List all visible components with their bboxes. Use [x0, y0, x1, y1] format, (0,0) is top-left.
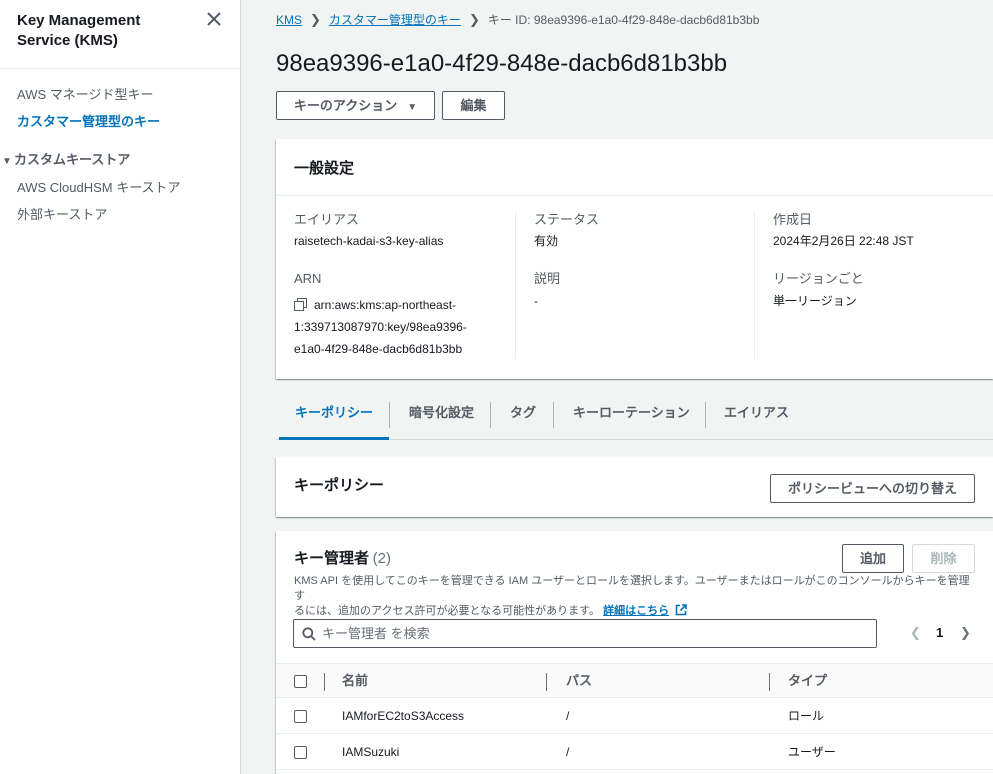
remove-button[interactable]: 削除: [912, 544, 975, 573]
tab-aliases[interactable]: エイリアス: [724, 404, 789, 422]
column-divider: [769, 673, 770, 691]
caret-down-icon: ▼: [2, 156, 12, 167]
breadcrumb-kms[interactable]: KMS: [276, 13, 302, 27]
edit-button[interactable]: 編集: [442, 91, 505, 120]
breadcrumb-current: キー ID: 98ea9396-e1a0-4f29-848e-dacb6d81b…: [487, 13, 760, 27]
previous-page-icon[interactable]: ❮: [910, 624, 921, 642]
select-all-checkbox[interactable]: [294, 675, 307, 688]
column-name[interactable]: 名前: [342, 672, 368, 690]
search-input[interactable]: [322, 624, 862, 643]
switch-to-policy-view-button[interactable]: ポリシービューへの切り替え: [770, 474, 975, 503]
page-number[interactable]: 1: [936, 624, 943, 642]
row-type: ユーザー: [788, 745, 836, 759]
chevron-right-icon: ❯: [468, 12, 480, 27]
row-name: IAMSuzuki: [342, 745, 400, 759]
key-administrators-heading: キー管理者: [294, 550, 370, 567]
arn-line-3: e1a0-4f29-848e-dacb6d81b3bb: [294, 342, 463, 356]
arn-value: arn:aws:kms:ap-northeast- 1:339713087970…: [294, 294, 514, 360]
creation-date-value: 2024年2月26日 22:48 JST: [773, 234, 914, 248]
tab-divider: [490, 402, 491, 428]
learn-more-label: 詳細はこちら: [603, 605, 670, 617]
sidebar-item-external-key-stores[interactable]: 外部キーストア: [17, 206, 107, 224]
arn-line-2: 1:339713087970:key/98ea9396-: [294, 320, 467, 334]
tab-key-rotation[interactable]: キーローテーション: [573, 404, 690, 422]
alias-value: raisetech-kadai-s3-key-alias: [294, 234, 444, 248]
row-path: /: [566, 745, 570, 759]
arn-label: ARN: [294, 271, 322, 286]
tab-key-policy[interactable]: キーポリシー: [295, 404, 373, 422]
page-title: 98ea9396-e1a0-4f29-848e-dacb6d81b3bb: [276, 50, 728, 77]
row-type: ロール: [788, 709, 825, 723]
table-header: 名前 パス タイプ: [276, 663, 993, 698]
alias-label: エイリアス: [294, 212, 360, 227]
description-text-2: るには、追加のアクセス許可が必要となる可能性があります。: [294, 605, 601, 617]
row-name: IAMforEC2toS3Access: [342, 709, 465, 723]
key-actions-button[interactable]: キーのアクション ▼: [276, 91, 435, 120]
breadcrumb: KMS ❯ カスタマー管理型のキー ❯ キー ID: 98ea9396-e1a0-4f2…: [276, 11, 759, 29]
general-configuration-heading: 一般設定: [294, 160, 355, 177]
tab-divider: [389, 402, 390, 428]
sidebar-item-aws-managed-keys[interactable]: AWS マネージド型キー: [17, 86, 153, 104]
sidebar-section-label: カスタムキーストア: [14, 152, 131, 167]
column-divider: [515, 211, 516, 359]
status-label: ステータス: [534, 212, 600, 227]
chevron-right-icon: ❯: [310, 12, 321, 27]
row-checkbox[interactable]: [294, 746, 307, 759]
row-path: /: [566, 709, 570, 723]
regionality-value: 単一リージョン: [773, 294, 857, 308]
description-text-1: KMS API を使用してこのキーを管理できる IAM ユーザーとロールを選択し…: [294, 575, 970, 602]
active-tab-indicator: [279, 437, 389, 440]
caret-down-icon: ▼: [407, 102, 418, 113]
column-divider: [324, 673, 325, 691]
tab-cryptographic-configuration[interactable]: 暗号化設定: [409, 404, 474, 422]
description-label: 説明: [534, 271, 561, 286]
column-divider: [754, 211, 755, 359]
breadcrumb-customer-managed-keys[interactable]: カスタマー管理型のキー: [329, 13, 461, 27]
table-row[interactable]: IAMforEC2toS3Access / ロール: [276, 698, 993, 734]
key-policy-panel: キーポリシー ポリシービューへの切り替え: [276, 457, 993, 517]
general-configuration-panel: 一般設定 エイリアス raisetech-kadai-s3-key-alias …: [276, 139, 993, 379]
add-button[interactable]: 追加: [842, 544, 904, 573]
tab-divider: [553, 402, 554, 428]
panel-header: 一般設定: [276, 139, 993, 196]
tab-divider: [705, 402, 706, 428]
search-icon: [302, 627, 316, 641]
key-administrators-title: キー管理者 (2): [294, 547, 391, 568]
tab-tags[interactable]: タグ: [510, 404, 536, 422]
status-value: 有効: [534, 234, 559, 248]
column-divider: [546, 673, 547, 691]
key-administrators-description: KMS API を使用してこのキーを管理できる IAM ユーザーとロールを選択し…: [294, 574, 974, 621]
key-administrators-count: (2): [372, 550, 391, 567]
sidebar-section-custom-key-stores[interactable]: ▼ カスタムキーストア: [0, 151, 130, 171]
close-icon-glyph: [207, 12, 221, 26]
key-actions-label: キーのアクション: [293, 98, 398, 113]
learn-more-link[interactable]: 詳細はこちら: [603, 605, 669, 617]
sidebar-item-cloudhsm-key-stores[interactable]: AWS CloudHSM キーストア: [17, 179, 181, 197]
close-icon[interactable]: [205, 11, 223, 29]
column-path[interactable]: パス: [566, 672, 592, 690]
creation-date-label: 作成日: [773, 212, 813, 227]
sidebar-item-customer-managed-keys[interactable]: カスタマー管理型のキー: [17, 113, 160, 131]
service-title[interactable]: Key Management Service (KMS): [17, 11, 187, 51]
regionality-label: リージョンごと: [773, 271, 864, 286]
description-value: -: [534, 294, 538, 308]
key-detail-tabs: キーポリシー 暗号化設定 タグ キーローテーション エイリアス: [276, 390, 993, 440]
column-type[interactable]: タイプ: [788, 672, 827, 690]
side-navigation: Key Management Service (KMS) AWS マネージド型キ…: [0, 0, 241, 774]
key-policy-heading: キーポリシー: [294, 477, 385, 494]
key-administrators-search[interactable]: [293, 619, 877, 648]
arn-line-1: arn:aws:kms:ap-northeast-: [314, 298, 457, 312]
table-row[interactable]: IAMSuzuki / ユーザー: [276, 734, 993, 770]
copy-icon[interactable]: [294, 296, 308, 311]
row-checkbox[interactable]: [294, 710, 307, 723]
next-page-icon[interactable]: ❯: [960, 624, 971, 642]
sidebar-header: Key Management Service (KMS): [0, 0, 240, 69]
